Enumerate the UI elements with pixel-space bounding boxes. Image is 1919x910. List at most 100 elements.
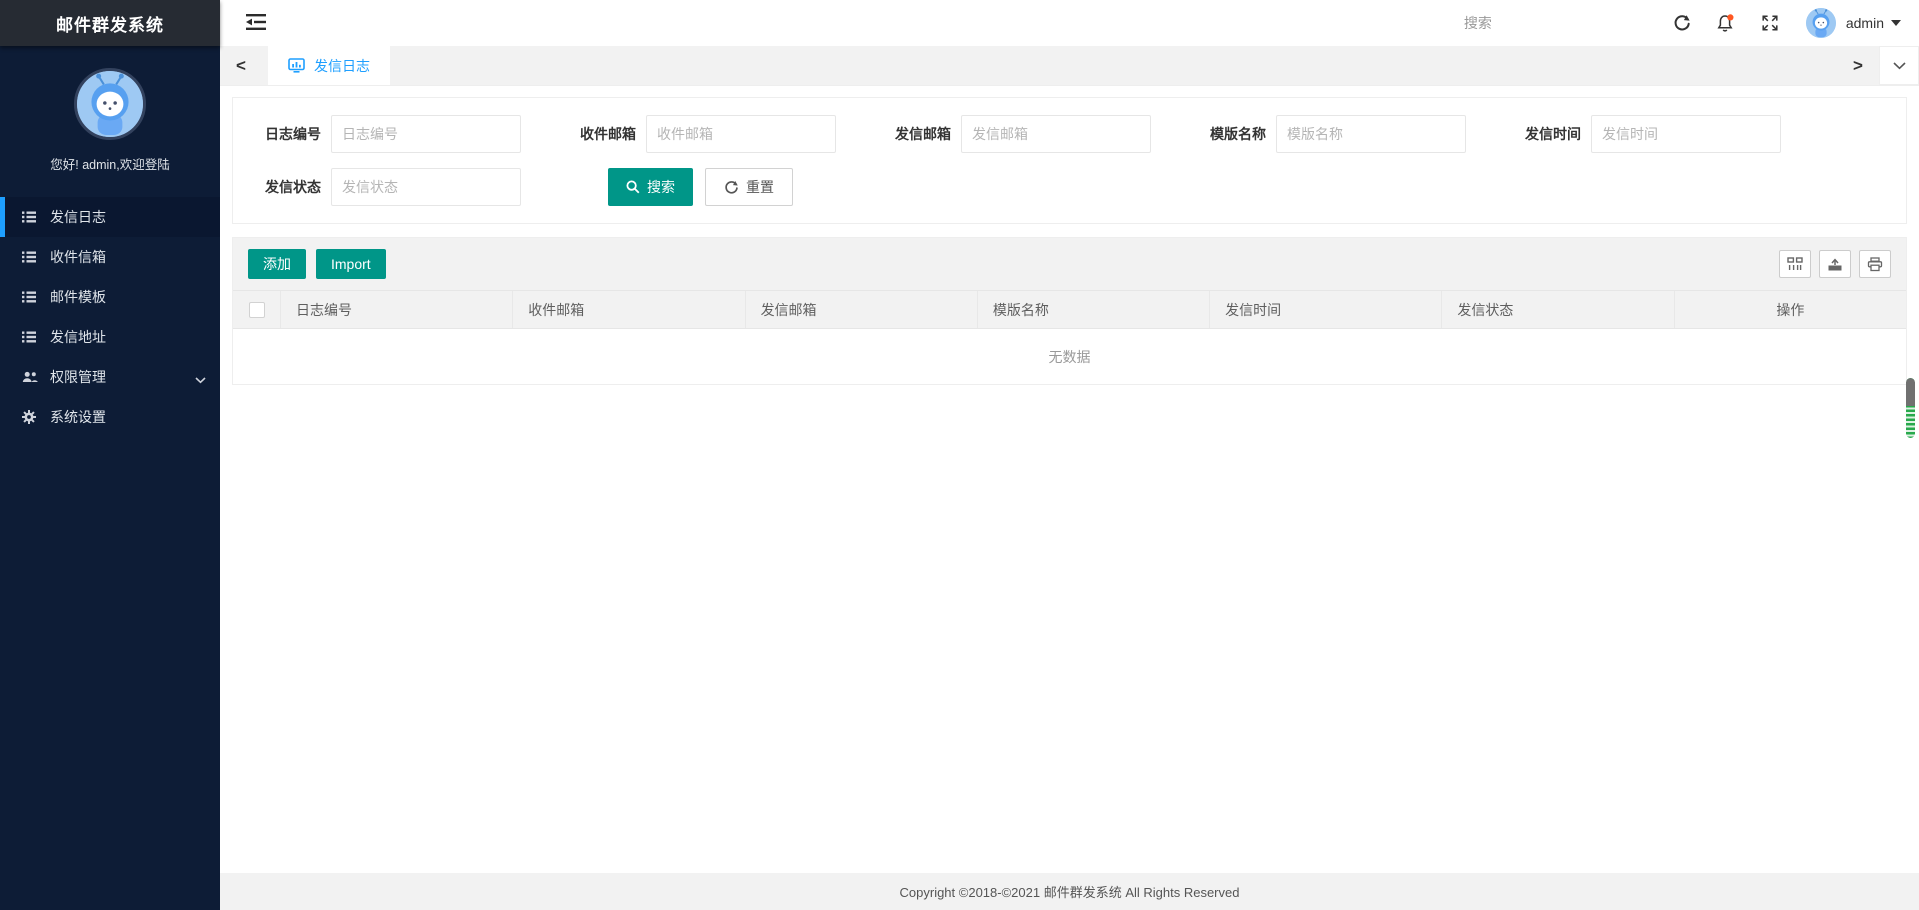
chevron-down-icon <box>195 371 206 387</box>
sidebar-item-system-settings[interactable]: 系统设置 <box>0 397 220 437</box>
reset-button[interactable]: 重置 <box>705 168 793 206</box>
column-header-template-name: 模版名称 <box>978 291 1210 328</box>
mascot-avatar-icon <box>77 71 143 137</box>
app-window: 邮件群发系统 您好! admin,欢迎登陆 <box>0 0 1919 910</box>
users-icon <box>22 369 38 385</box>
search-icon <box>626 180 640 194</box>
tabbar-spacer <box>390 46 1837 85</box>
export-button[interactable] <box>1819 250 1851 278</box>
field-template-name: 模版名称 <box>1204 115 1466 153</box>
template-name-input[interactable] <box>1276 115 1466 153</box>
field-label: 模版名称 <box>1204 124 1276 144</box>
footer-copyright: Copyright ©2018-©2021 邮件群发系统 All Rights … <box>900 882 1240 901</box>
column-header-sender-email: 发信邮箱 <box>746 291 978 328</box>
notifications-button[interactable] <box>1709 8 1743 38</box>
app-logo-title: 邮件群发系统 <box>0 0 220 46</box>
print-button[interactable] <box>1859 250 1891 278</box>
field-recipient-email: 收件邮箱 <box>574 115 836 153</box>
list-icon <box>22 249 38 265</box>
welcome-text: 您好! admin,欢迎登陆 <box>0 154 220 173</box>
reset-refresh-icon <box>724 180 739 195</box>
field-label: 发信时间 <box>1519 124 1591 144</box>
sidebar: 邮件群发系统 您好! admin,欢迎登陆 <box>0 0 220 910</box>
export-icon <box>1827 257 1843 272</box>
field-label: 日志编号 <box>259 124 331 144</box>
sidebar-item-label: 发信日志 <box>50 207 106 227</box>
refresh-button[interactable] <box>1665 8 1699 38</box>
list-icon <box>22 209 38 225</box>
column-header-recipient-email: 收件邮箱 <box>513 291 745 328</box>
sidebar-item-email-template[interactable]: 邮件模板 <box>0 277 220 317</box>
filter-row-1: 日志编号 收件邮箱 发信邮箱 模版名称 <box>259 115 1891 153</box>
username: admin <box>1846 15 1884 31</box>
user-avatar-large <box>74 68 146 140</box>
sidebar-item-label: 收件信箱 <box>50 247 106 267</box>
sidebar-item-label: 权限管理 <box>50 367 106 387</box>
tab-operations-dropdown[interactable] <box>1879 46 1919 85</box>
sidebar-item-inbox[interactable]: 收件信箱 <box>0 237 220 277</box>
fullscreen-button[interactable] <box>1753 8 1787 38</box>
field-label: 收件邮箱 <box>574 124 646 144</box>
field-label: 发信状态 <box>259 177 331 197</box>
scrollbar-thumb[interactable] <box>1906 378 1915 438</box>
caret-down-icon <box>1891 20 1901 26</box>
topbar: admin <box>220 0 1919 46</box>
gear-icon <box>22 409 38 425</box>
select-all-checkbox[interactable] <box>249 302 265 318</box>
select-all-cell <box>233 291 281 328</box>
list-icon <box>22 289 38 305</box>
monitor-chart-icon <box>288 58 305 73</box>
column-header-log-id: 日志编号 <box>281 291 513 328</box>
table-toolbar: 添加 Import <box>233 238 1906 290</box>
filter-columns-button[interactable] <box>1779 250 1811 278</box>
chevron-down-icon <box>1893 62 1906 70</box>
add-button[interactable]: 添加 <box>248 249 306 279</box>
user-avatar[interactable] <box>1806 8 1836 38</box>
sidebar-menu: 发信日志 收件信箱 <box>0 197 220 437</box>
tab-send-log[interactable]: 发信日志 <box>268 46 390 85</box>
import-button[interactable]: Import <box>316 249 386 279</box>
tab-label: 发信日志 <box>314 56 370 76</box>
tabbar: < 发信日志 > <box>220 46 1919 86</box>
list-icon <box>22 329 38 345</box>
sidebar-item-label: 系统设置 <box>50 407 106 427</box>
field-sender-email: 发信邮箱 <box>889 115 1151 153</box>
footer: Copyright ©2018-©2021 邮件群发系统 All Rights … <box>220 873 1919 910</box>
column-header-send-status: 发信状态 <box>1442 291 1674 328</box>
sender-email-input[interactable] <box>961 115 1151 153</box>
search-button[interactable]: 搜索 <box>608 168 693 206</box>
mascot-avatar-icon <box>1806 8 1836 38</box>
table-tool-icons <box>1771 250 1891 278</box>
log-id-input[interactable] <box>331 115 521 153</box>
notification-badge <box>1728 14 1734 20</box>
header-search-input[interactable] <box>1464 15 1634 31</box>
recipient-email-input[interactable] <box>646 115 836 153</box>
field-log-id: 日志编号 <box>259 115 521 153</box>
sidebar-item-label: 邮件模板 <box>50 287 106 307</box>
sidebar-profile: 您好! admin,欢迎登陆 <box>0 46 220 191</box>
filter-row-2: 发信状态 搜索 <box>259 168 1891 206</box>
user-menu[interactable]: admin <box>1846 15 1901 31</box>
tab-scroll-right-button[interactable]: > <box>1837 46 1879 85</box>
field-send-status: 发信状态 <box>259 168 521 206</box>
tab-scroll-left-button[interactable]: < <box>220 46 262 85</box>
main-area: admin < 发信日志 <box>220 0 1919 910</box>
columns-grid-icon <box>1787 257 1803 271</box>
column-header-send-time: 发信时间 <box>1210 291 1442 328</box>
empty-data-text: 无数据 <box>233 329 1906 384</box>
search-button-label: 搜索 <box>647 177 675 197</box>
sidebar-item-send-address[interactable]: 发信地址 <box>0 317 220 357</box>
send-time-input[interactable] <box>1591 115 1781 153</box>
send-status-input[interactable] <box>331 168 521 206</box>
filter-card: 日志编号 收件邮箱 发信邮箱 模版名称 <box>232 97 1907 224</box>
sidebar-item-permissions[interactable]: 权限管理 <box>0 357 220 397</box>
table-header-row: 日志编号 收件邮箱 发信邮箱 模版名称 发信时间 发信状态 操作 <box>233 290 1906 329</box>
printer-icon <box>1867 257 1883 272</box>
menu-collapse-button[interactable] <box>245 13 269 33</box>
sidebar-item-label: 发信地址 <box>50 327 106 347</box>
field-label: 发信邮箱 <box>889 124 961 144</box>
page-content: 日志编号 收件邮箱 发信邮箱 模版名称 <box>220 86 1919 385</box>
table-card: 添加 Import <box>232 237 1907 385</box>
sidebar-item-send-log[interactable]: 发信日志 <box>0 197 220 237</box>
topbar-right: admin <box>1464 8 1901 38</box>
